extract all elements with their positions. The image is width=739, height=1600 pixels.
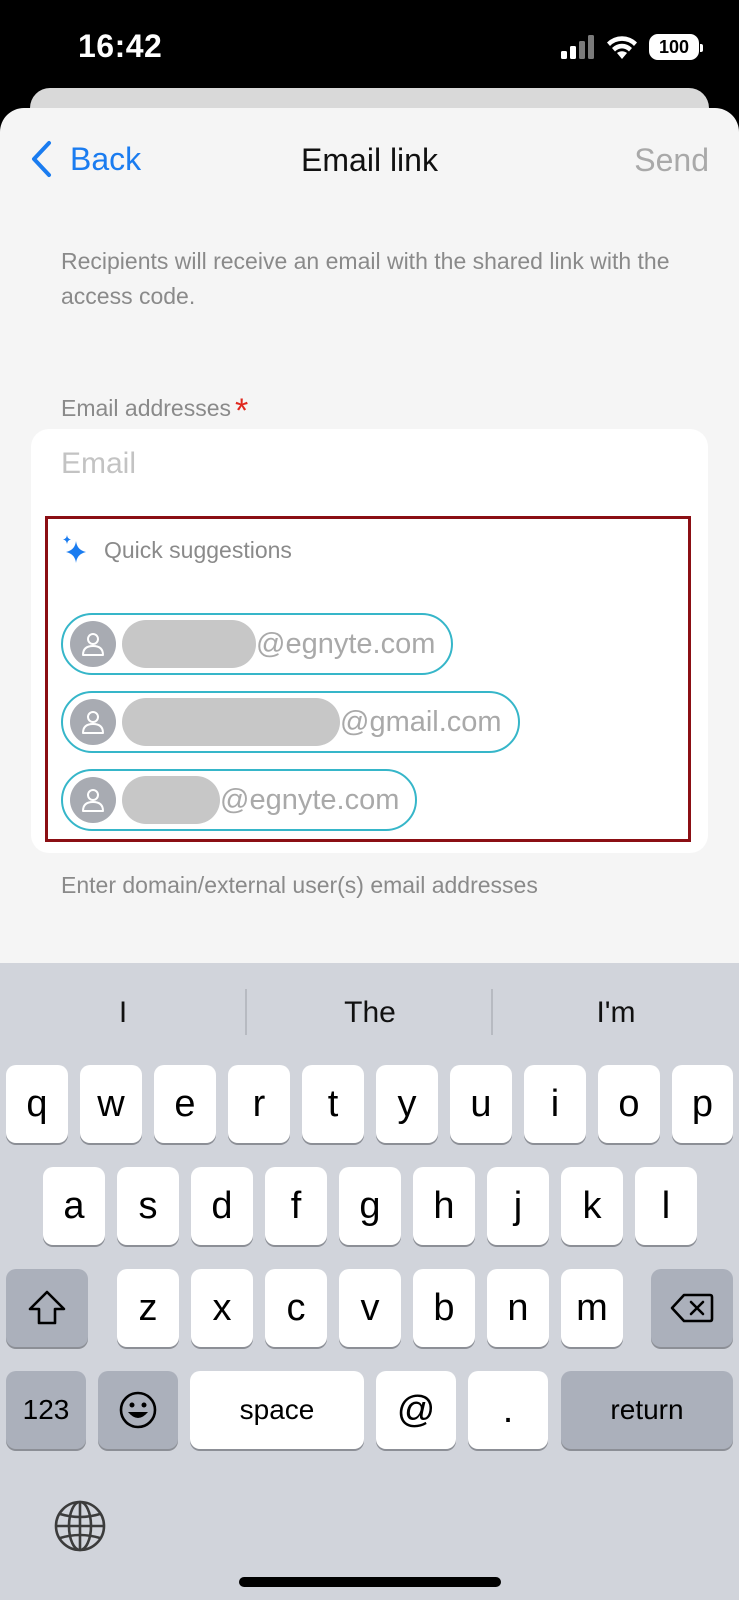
battery-indicator: 100 — [649, 34, 703, 60]
redacted-username — [122, 776, 220, 824]
sparkle-icon — [63, 535, 86, 563]
suggestion-domain: @egnyte.com — [220, 783, 400, 816]
key-q[interactable]: q — [6, 1065, 68, 1143]
status-time: 16:42 — [78, 28, 163, 64]
key-z[interactable]: z — [117, 1269, 179, 1347]
prediction-3[interactable]: I'm — [493, 963, 739, 1063]
numbers-key[interactable]: 123 — [6, 1371, 86, 1449]
email-addresses-label-text: Email addresses — [61, 395, 232, 421]
key-i[interactable]: i — [524, 1065, 586, 1143]
redacted-username — [122, 620, 256, 668]
home-indicator — [239, 1577, 501, 1587]
quick-suggestions-panel: Quick suggestions @egnyte.com @gmail.com — [45, 516, 691, 842]
description-text: Recipients will receive an email with th… — [61, 248, 670, 309]
key-y[interactable]: y — [376, 1065, 438, 1143]
key-b[interactable]: b — [413, 1269, 475, 1347]
emoji-icon — [119, 1391, 157, 1429]
user-avatar-icon — [70, 621, 116, 667]
key-m[interactable]: m — [561, 1269, 623, 1347]
battery-level: 100 — [658, 36, 690, 57]
predictive-bar: I The I'm — [0, 963, 739, 1063]
dot-key[interactable]: . — [468, 1371, 548, 1449]
navigation-bar: Back Email link Send — [0, 108, 739, 214]
suggestion-chip-3[interactable]: @egnyte.com — [61, 769, 418, 831]
key-t[interactable]: t — [302, 1065, 364, 1143]
user-avatar-icon — [70, 699, 116, 745]
redacted-username — [122, 698, 340, 746]
emoji-key[interactable] — [98, 1371, 178, 1449]
quick-suggestions-header: Quick suggestions — [62, 535, 292, 565]
key-f[interactable]: f — [265, 1167, 327, 1245]
suggestion-chip-1[interactable]: @egnyte.com — [61, 613, 454, 675]
cellular-signal-icon — [561, 35, 594, 59]
suggestion-domain: @gmail.com — [340, 705, 502, 738]
key-s[interactable]: s — [117, 1167, 179, 1245]
key-c[interactable]: c — [265, 1269, 327, 1347]
prediction-1[interactable]: I — [0, 963, 246, 1063]
delete-backspace-icon — [670, 1293, 714, 1323]
send-button[interactable]: Send — [634, 142, 709, 179]
key-v[interactable]: v — [339, 1269, 401, 1347]
key-h[interactable]: h — [413, 1167, 475, 1245]
status-bar: 16:42 100 — [0, 0, 739, 100]
key-k[interactable]: k — [561, 1167, 623, 1245]
key-x[interactable]: x — [191, 1269, 253, 1347]
key-u[interactable]: u — [450, 1065, 512, 1143]
key-r[interactable]: r — [228, 1065, 290, 1143]
globe-icon[interactable] — [53, 1499, 107, 1553]
key-d[interactable]: d — [191, 1167, 253, 1245]
key-p[interactable]: p — [672, 1065, 733, 1143]
at-key[interactable]: @ — [376, 1371, 456, 1449]
key-l[interactable]: l — [635, 1167, 697, 1245]
shift-key[interactable] — [6, 1269, 88, 1347]
user-avatar-icon — [70, 777, 116, 823]
wifi-icon — [607, 36, 637, 59]
page-title: Email link — [301, 142, 438, 178]
space-key[interactable]: space — [190, 1371, 364, 1449]
key-n[interactable]: n — [487, 1269, 549, 1347]
key-o[interactable]: o — [598, 1065, 660, 1143]
email-card: Quick suggestions @egnyte.com @gmail.com — [31, 429, 708, 853]
required-mark: * — [235, 392, 249, 430]
key-e[interactable]: e — [154, 1065, 216, 1143]
suggestion-chip-2[interactable]: @gmail.com — [61, 691, 520, 753]
delete-key[interactable] — [651, 1269, 733, 1347]
return-key[interactable]: return — [561, 1371, 733, 1449]
prediction-2[interactable]: The — [247, 963, 493, 1063]
email-input[interactable] — [61, 447, 661, 481]
keyboard: I The I'm q w e r t y u i o p a s d f g … — [0, 963, 739, 1600]
shift-icon — [28, 1290, 66, 1325]
quick-suggestions-title: Quick suggestions — [104, 536, 292, 563]
key-w[interactable]: w — [80, 1065, 142, 1143]
status-icons: 100 — [561, 34, 703, 60]
suggestion-domain: @egnyte.com — [256, 627, 436, 660]
key-a[interactable]: a — [43, 1167, 105, 1245]
key-g[interactable]: g — [339, 1167, 401, 1245]
key-j[interactable]: j — [487, 1167, 549, 1245]
email-addresses-label: Email addresses * — [61, 386, 248, 430]
helper-text: Enter domain/external user(s) email addr… — [61, 872, 538, 898]
